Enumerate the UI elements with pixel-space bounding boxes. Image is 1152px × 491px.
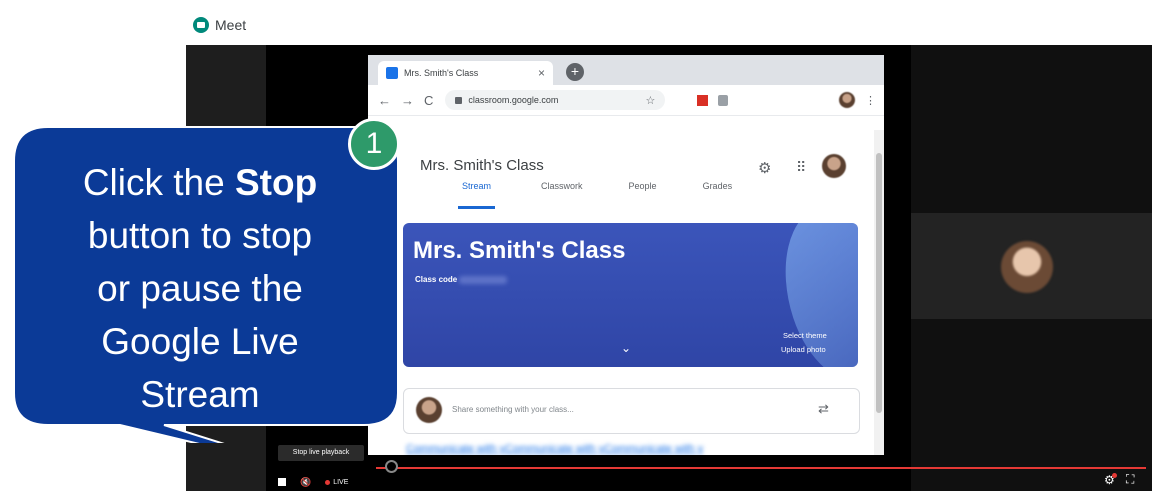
tab-classwork[interactable]: Classwork	[541, 181, 583, 209]
forward-arrow-icon[interactable]: →	[401, 93, 414, 108]
share-avatar	[416, 397, 442, 423]
progress-handle[interactable]	[385, 460, 398, 473]
share-placeholder[interactable]: Share something with your class...	[452, 405, 574, 414]
tab-grades[interactable]: Grades	[703, 181, 733, 209]
classroom-favicon-icon	[386, 67, 398, 79]
live-dot-icon	[325, 479, 331, 485]
tab-title: Mrs. Smith's Class	[404, 68, 479, 78]
settings-badge-dot	[1112, 473, 1117, 478]
profile-avatar[interactable]	[839, 92, 855, 108]
banner-title: Mrs. Smith's Class	[413, 237, 626, 264]
class-code-label: Class code	[415, 275, 458, 284]
announcement-link[interactable]: Communicate with yCommunicate with yComm…	[406, 443, 876, 455]
tab-people[interactable]: People	[629, 181, 657, 209]
upload-photo-link[interactable]: Upload photo	[781, 345, 826, 354]
new-tab-button[interactable]: +	[566, 63, 584, 81]
volume-muted-icon[interactable]: 🔇	[300, 477, 311, 488]
stop-tooltip: Stop live playback	[278, 445, 364, 461]
tab-stream[interactable]: Stream	[458, 181, 496, 209]
scrollbar-thumb[interactable]	[876, 153, 882, 413]
apps-grid-icon[interactable]: ⠿	[796, 159, 806, 176]
callout-line-4: Google Live	[101, 321, 299, 362]
meet-logo-icon	[193, 17, 209, 33]
meet-header: Meet	[193, 14, 246, 36]
live-badge: LIVE	[325, 479, 348, 486]
step-number-badge: 1	[348, 118, 400, 170]
url-text[interactable]: classroom.google.com	[468, 95, 645, 105]
bookmark-star-icon[interactable]: ☆	[646, 94, 656, 107]
class-banner: Mrs. Smith's Class Class code Select the…	[403, 223, 858, 367]
browser-tab[interactable]: Mrs. Smith's Class ×	[378, 61, 553, 85]
browser-toolbar: ← → C classroom.google.com ☆ ⋮	[368, 85, 884, 115]
live-label: LIVE	[333, 478, 349, 486]
class-title: Mrs. Smith's Class	[420, 157, 544, 174]
class-nav-tabs: Stream Classwork People Grades	[458, 181, 778, 209]
chevron-down-icon[interactable]: ⌄	[621, 341, 631, 355]
extension-icon[interactable]	[697, 94, 709, 106]
callout-line-3: or pause the	[97, 268, 303, 309]
gear-icon[interactable]: ⚙	[758, 159, 771, 177]
callout-line-5: Stream	[140, 374, 260, 415]
extension-icon[interactable]	[718, 94, 729, 106]
lock-icon	[455, 96, 463, 104]
callout-text: Click the Stop button to stop or pause t…	[30, 156, 370, 421]
browser-menu-icon[interactable]: ⋮	[865, 94, 876, 107]
callout-stop-word: Stop	[234, 162, 318, 203]
player-controls: 🔇 LIVE	[278, 475, 348, 489]
class-code-value	[459, 276, 507, 284]
fullscreen-icon[interactable]: ⛶	[1126, 472, 1134, 487]
shared-browser-screen: Mrs. Smith's Class × + ← → C classroom.g…	[368, 55, 884, 455]
stop-button[interactable]	[278, 478, 286, 486]
back-arrow-icon[interactable]: ←	[378, 93, 391, 108]
progress-bar[interactable]	[376, 467, 1146, 469]
address-bar[interactable]: classroom.google.com ☆	[445, 90, 666, 110]
reload-icon[interactable]: C	[424, 93, 433, 108]
callout-line-2: button to stop	[87, 215, 313, 256]
tab-close-icon[interactable]: ×	[538, 66, 545, 80]
meet-title: Meet	[215, 17, 247, 33]
participant-avatar	[1001, 241, 1053, 293]
bookmarks-bar	[368, 115, 884, 130]
select-theme-link[interactable]: Select theme	[783, 331, 827, 340]
user-avatar[interactable]	[822, 154, 846, 178]
repost-icon[interactable]: ⇄	[818, 401, 829, 417]
callout-line-1: Click the Stop	[82, 162, 318, 203]
